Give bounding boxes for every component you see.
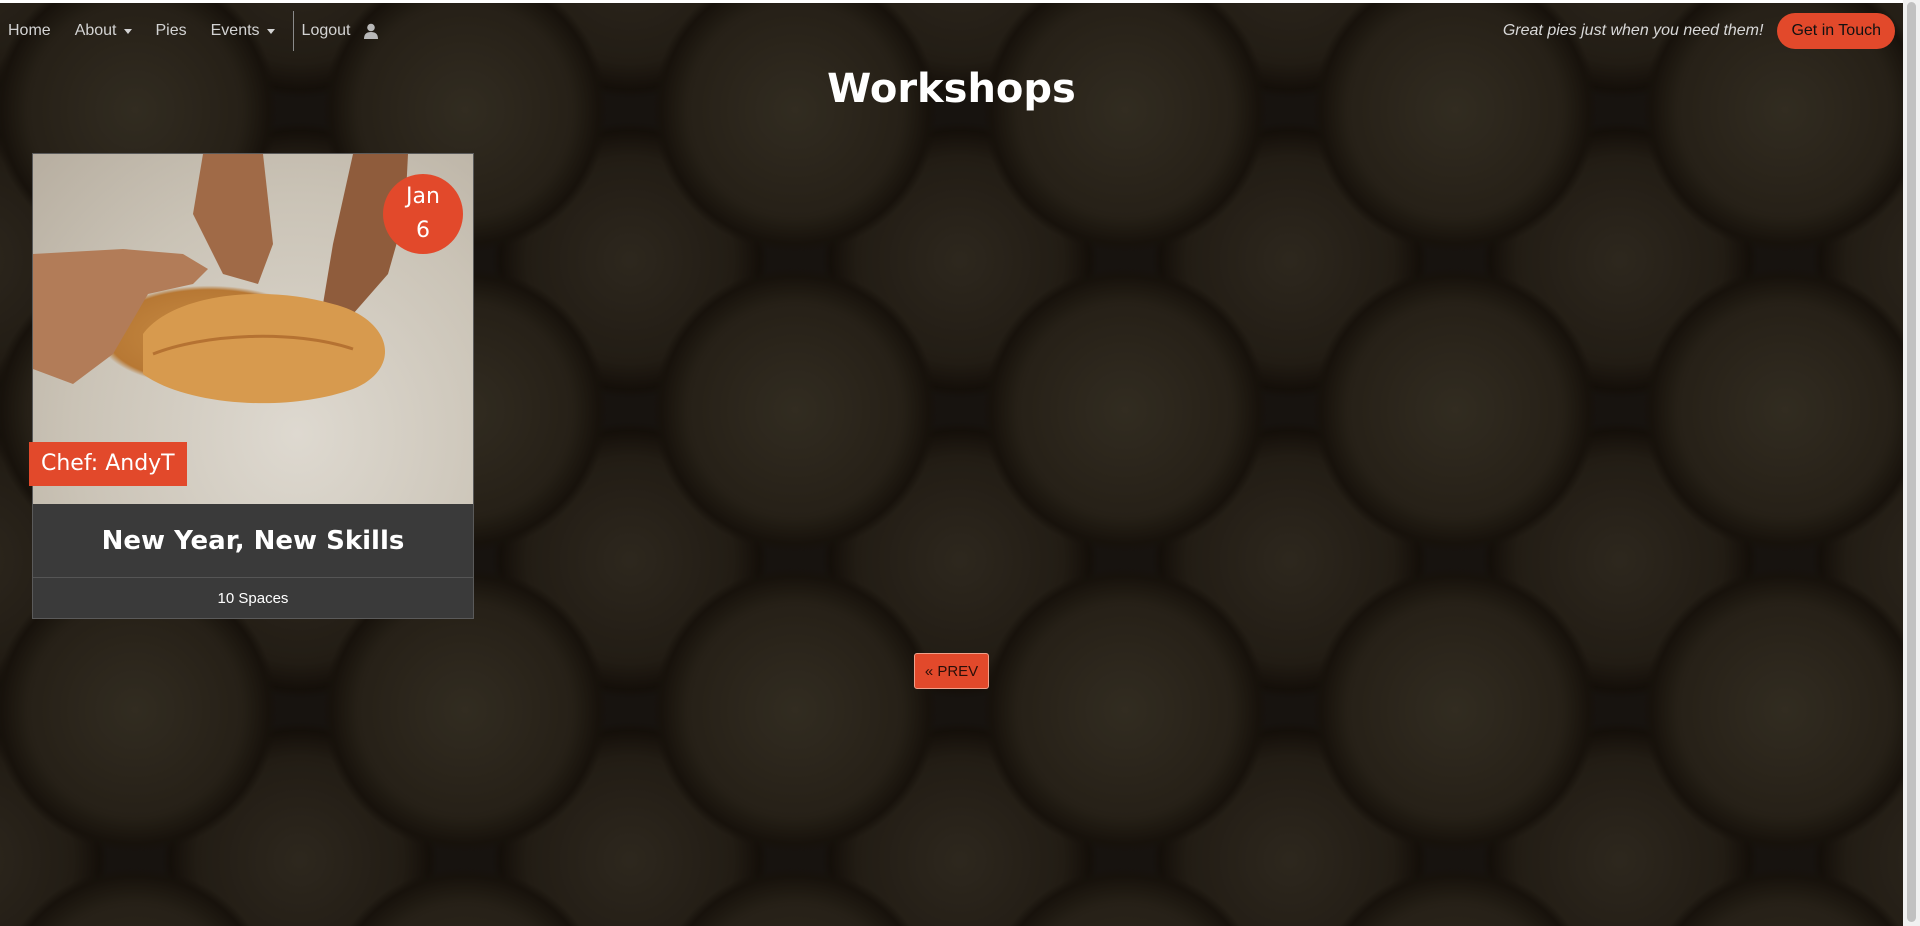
nav-events-label: Events [210, 22, 260, 39]
logout-link[interactable]: Logout [302, 3, 391, 59]
chef-tag: Chef: AndyT [29, 442, 187, 486]
nav-events-dropdown[interactable]: Events [211, 3, 285, 59]
nav-links: Home About Pies Events Logout [0, 3, 390, 59]
nav-about-label: About [74, 22, 117, 39]
chevron-down-icon [266, 28, 275, 34]
logout-label: Logout [301, 22, 351, 39]
nav-divider [292, 11, 294, 51]
nav-home-link[interactable]: Home [8, 3, 61, 59]
navbar: Home About Pies Events Logout Great pies… [0, 3, 1903, 59]
window-top-border [0, 0, 1920, 3]
chevron-down-icon [123, 28, 132, 34]
nav-about-dropdown[interactable]: About [75, 3, 142, 59]
page-title: Workshops [827, 66, 1076, 112]
workshop-card[interactable]: Jan 6 Chef: AndyT New Year, New Skills 1… [29, 153, 474, 619]
tagline: Great pies just when you need them! [1502, 22, 1764, 39]
nav-right: Great pies just when you need them! Get … [1503, 13, 1903, 49]
workshop-image: Jan 6 Chef: AndyT [29, 154, 473, 504]
scrollbar[interactable] [1903, 0, 1920, 926]
date-month: Jan [406, 184, 440, 209]
workshop-title[interactable]: New Year, New Skills [102, 526, 405, 556]
scrollbar-thumb[interactable] [1907, 2, 1916, 922]
nav-pies-link[interactable]: Pies [156, 3, 197, 59]
card-body: New Year, New Skills [33, 504, 473, 578]
spaces-count: 10 Spaces [217, 589, 289, 607]
date-day: 6 [416, 218, 430, 243]
get-in-touch-button[interactable]: Get in Touch [1777, 13, 1895, 49]
date-badge: Jan 6 [383, 174, 463, 254]
user-icon [364, 23, 380, 39]
prev-page-button[interactable]: « PREV [914, 653, 989, 689]
card-footer: 10 Spaces [33, 578, 473, 618]
